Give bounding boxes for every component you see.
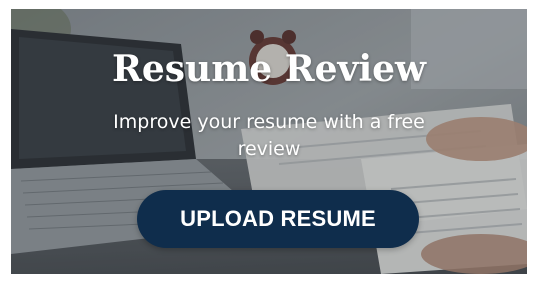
- upload-resume-button[interactable]: UPLOAD RESUME: [137, 190, 419, 248]
- banner-subtitle: Improve your resume with a free review: [113, 111, 425, 160]
- resume-review-banner: Resume Review Improve your resume with a…: [11, 9, 527, 274]
- banner-title: Resume Review: [111, 48, 427, 90]
